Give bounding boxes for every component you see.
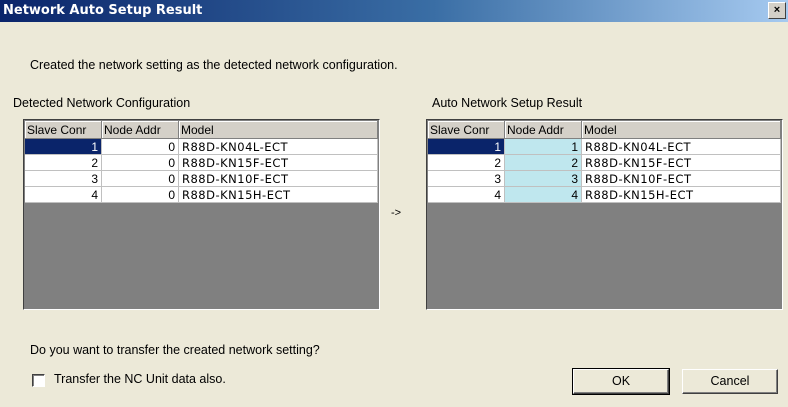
- result-label: Auto Network Setup Result: [432, 96, 583, 110]
- model-cell: R88D-KN15H-ECT: [581, 186, 781, 203]
- node-address-cell: 1: [504, 138, 582, 155]
- column-header-slave[interactable]: Slave Conr: [25, 121, 102, 139]
- slave-cell: 1: [428, 138, 505, 155]
- arrow-indicator: ->: [391, 207, 402, 219]
- node-address-cell: 0: [101, 154, 179, 171]
- slave-cell: 3: [428, 170, 505, 187]
- table-row[interactable]: 2 2 R88D-KN15F-ECT: [428, 154, 781, 171]
- model-cell: R88D-KN15F-ECT: [581, 154, 781, 171]
- checkbox-label[interactable]: Transfer the NC Unit data also.: [54, 372, 226, 386]
- node-address-cell: 4: [504, 186, 582, 203]
- ok-button[interactable]: OK: [572, 368, 670, 395]
- slave-cell: 3: [25, 170, 102, 187]
- column-header-node[interactable]: Node Addr: [504, 121, 582, 139]
- model-cell: R88D-KN15F-ECT: [178, 154, 378, 171]
- result-table: Slave Conr Node Addr Model 1 1 R88D-KN04L-…: [428, 121, 781, 203]
- model-cell: R88D-KN10F-ECT: [581, 170, 781, 187]
- column-header-node[interactable]: Node Addr: [101, 121, 179, 139]
- model-cell: R88D-KN04L-ECT: [178, 138, 378, 155]
- window-title: Network Auto Setup Result: [3, 3, 203, 18]
- title-bar: Network Auto Setup Result ×: [0, 0, 788, 22]
- slave-cell: 1: [25, 138, 102, 155]
- info-message: Created the network setting as the detec…: [30, 58, 398, 72]
- close-icon[interactable]: ×: [768, 2, 786, 19]
- slave-cell: 4: [25, 186, 102, 203]
- column-header-model[interactable]: Model: [178, 121, 378, 139]
- detected-config-list[interactable]: Slave Conr Node Addr Model 1 0 R88D-KN04L-…: [23, 119, 380, 310]
- table-row[interactable]: 4 4 R88D-KN15H-ECT: [428, 186, 781, 203]
- model-cell: R88D-KN04L-ECT: [581, 138, 781, 155]
- checkbox-box[interactable]: [32, 374, 45, 387]
- result-list[interactable]: Slave Conr Node Addr Model 1 1 R88D-KN04L-…: [426, 119, 783, 310]
- transfer-question: Do you want to transfer the created netw…: [30, 343, 320, 357]
- table-row[interactable]: 1 1 R88D-KN04L-ECT: [428, 138, 781, 155]
- dialog-window: Network Auto Setup Result × Created the …: [0, 0, 788, 407]
- column-header-model[interactable]: Model: [581, 121, 781, 139]
- table-row[interactable]: 1 0 R88D-KN04L-ECT: [25, 138, 378, 155]
- slave-cell: 2: [428, 154, 505, 171]
- node-address-cell: 3: [504, 170, 582, 187]
- cancel-button[interactable]: Cancel: [682, 369, 778, 394]
- node-address-cell: 0: [101, 138, 179, 155]
- model-cell: R88D-KN10F-ECT: [178, 170, 378, 187]
- node-address-cell: 2: [504, 154, 582, 171]
- column-header-slave[interactable]: Slave Conr: [428, 121, 505, 139]
- detected-config-label: Detected Network Configuration: [13, 96, 191, 110]
- detected-config-table: Slave Conr Node Addr Model 1 0 R88D-KN04L-…: [25, 121, 378, 203]
- slave-cell: 4: [428, 186, 505, 203]
- table-row[interactable]: 2 0 R88D-KN15F-ECT: [25, 154, 378, 171]
- node-address-cell: 0: [101, 170, 179, 187]
- table-row[interactable]: 3 3 R88D-KN10F-ECT: [428, 170, 781, 187]
- slave-cell: 2: [25, 154, 102, 171]
- node-address-cell: 0: [101, 186, 179, 203]
- model-cell: R88D-KN15H-ECT: [178, 186, 378, 203]
- table-row[interactable]: 4 0 R88D-KN15H-ECT: [25, 186, 378, 203]
- table-row[interactable]: 3 0 R88D-KN10F-ECT: [25, 170, 378, 187]
